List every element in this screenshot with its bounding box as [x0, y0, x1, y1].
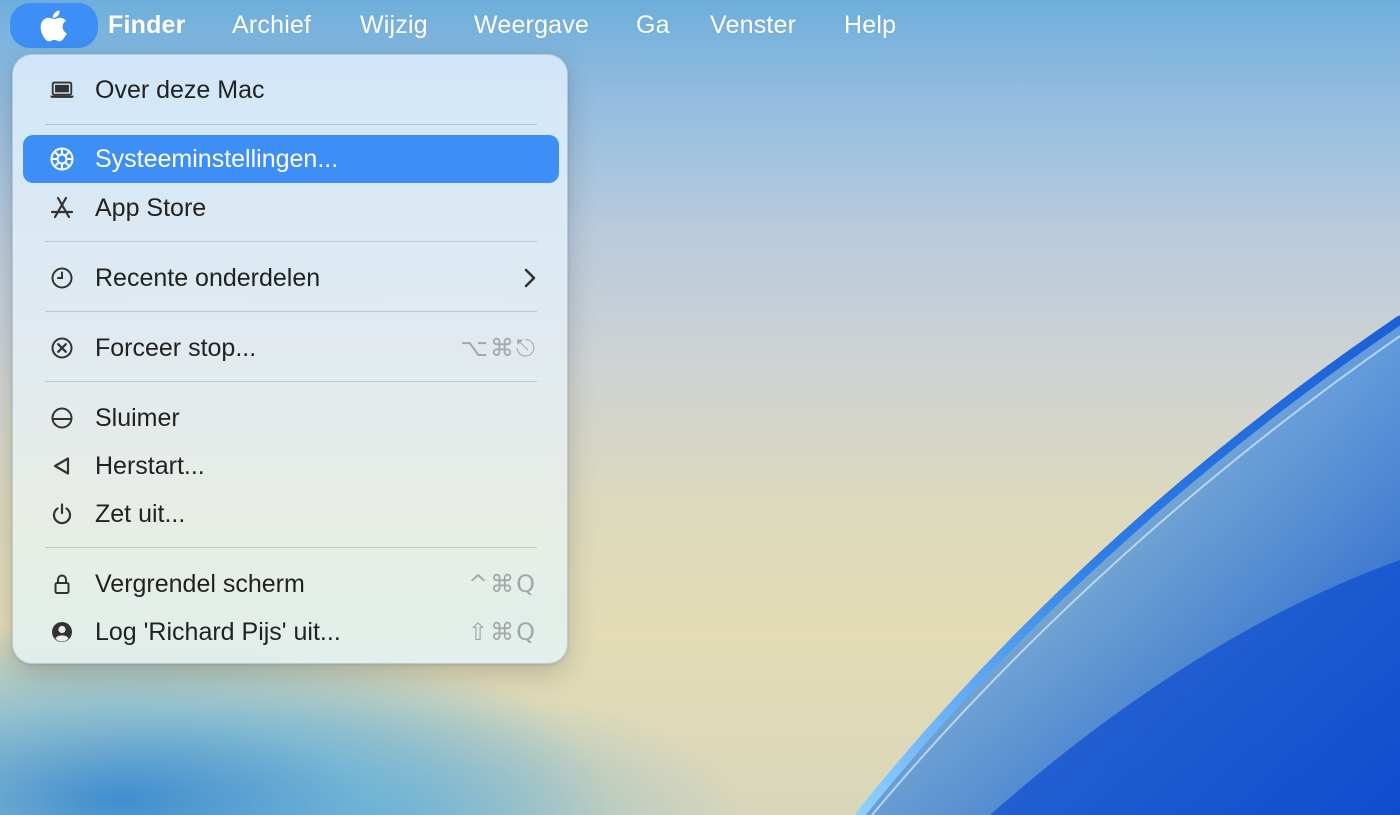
laptop-icon [49, 77, 75, 103]
menu-finder[interactable]: Finder [108, 11, 186, 40]
menu-ga[interactable]: Ga [636, 11, 670, 40]
menu-separator [45, 311, 537, 312]
menu-item-shortcut: ⌥⌘⎋ [460, 334, 537, 362]
clock-icon [49, 265, 75, 291]
menu-item-label: Systeeminstellingen... [95, 145, 339, 173]
menu-item-shut-down[interactable]: Zet uit... [23, 490, 559, 538]
menu-item-label: Zet uit... [95, 500, 186, 528]
menu-help[interactable]: Help [844, 11, 896, 40]
menu-item-shortcut: ^⌘Q [468, 570, 537, 598]
restart-icon [49, 453, 75, 479]
menu-item-sleep[interactable]: Sluimer [23, 394, 559, 442]
menu-wijzig[interactable]: Wijzig [360, 11, 428, 40]
menu-separator [45, 547, 537, 548]
menu-item-app-store[interactable]: App Store [23, 184, 559, 232]
lock-icon [49, 571, 75, 597]
menu-separator [45, 381, 537, 382]
menu-item-label: Over deze Mac [95, 76, 265, 104]
menu-item-label: Log 'Richard Pijs' uit... [95, 618, 341, 646]
apple-logo-icon [40, 10, 67, 41]
app-store-icon [49, 195, 75, 221]
apple-menu-button[interactable] [10, 3, 98, 48]
menu-item-lock-screen[interactable]: Vergrendel scherm ^⌘Q [23, 560, 559, 608]
menu-item-restart[interactable]: Herstart... [23, 442, 559, 490]
menu-item-label: Forceer stop... [95, 334, 257, 362]
menu-item-label: Herstart... [95, 452, 205, 480]
menu-item-shortcut: ⇧⌘Q [468, 618, 537, 646]
sleep-icon [49, 405, 75, 431]
gear-icon [49, 146, 75, 172]
menu-item-recent-items[interactable]: Recente onderdelen [23, 254, 559, 302]
menu-item-label: App Store [95, 194, 207, 222]
menu-archief[interactable]: Archief [232, 11, 311, 40]
menu-bar: Finder Archief Wijzig Weergave Ga Venste… [0, 0, 1400, 50]
power-icon [49, 501, 75, 527]
chevron-right-icon [524, 268, 536, 288]
menu-weergave[interactable]: Weergave [474, 11, 589, 40]
menu-separator [45, 241, 537, 242]
menu-item-system-settings[interactable]: Systeeminstellingen... [23, 135, 559, 183]
user-icon [49, 619, 75, 645]
menu-item-label: Sluimer [95, 404, 180, 432]
menu-item-label: Recente onderdelen [95, 264, 321, 292]
apple-menu-dropdown: Over deze Mac Systeeminstellingen... App… [12, 54, 568, 664]
menu-item-force-quit[interactable]: Forceer stop... ⌥⌘⎋ [23, 324, 559, 372]
force-quit-icon [49, 335, 75, 361]
menu-item-about-this-mac[interactable]: Over deze Mac [23, 66, 559, 114]
menu-item-log-out[interactable]: Log 'Richard Pijs' uit... ⇧⌘Q [23, 608, 559, 656]
menu-separator [45, 124, 537, 125]
menu-venster[interactable]: Venster [710, 11, 796, 40]
menu-item-label: Vergrendel scherm [95, 570, 305, 598]
